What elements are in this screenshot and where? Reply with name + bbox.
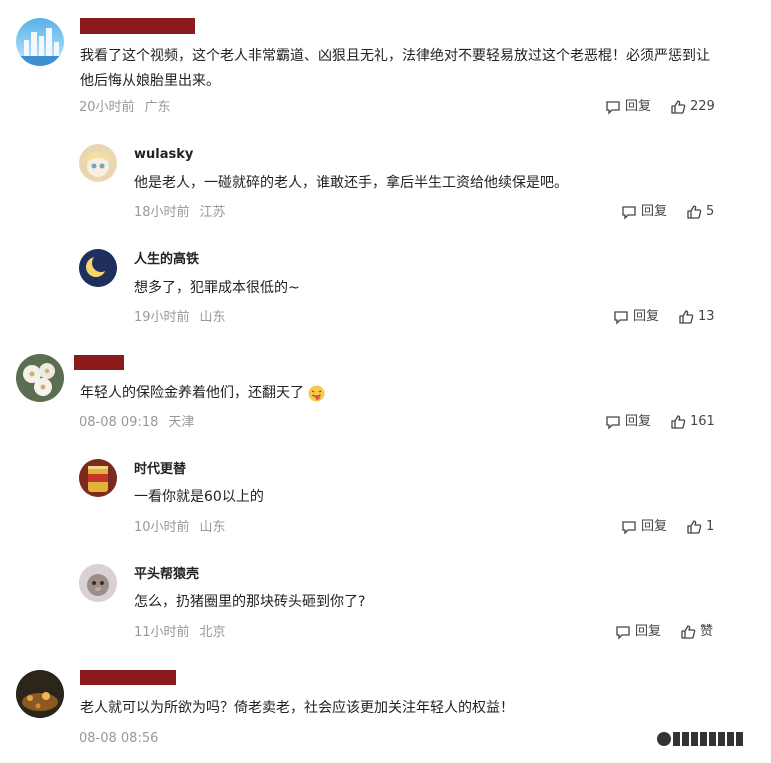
- like-count: 1: [706, 519, 715, 534]
- username[interactable]: 人生的高铁: [134, 251, 199, 269]
- like-count: 161: [690, 414, 715, 429]
- thumbs-up-icon: [671, 100, 686, 114]
- reply-button[interactable]: 回复: [621, 518, 667, 536]
- comment-item: 我看了这个视频，这个老人非常霸道、凶狠且无礼，法律绝对不要轻易放过这个老恶棍！必…: [0, 0, 771, 130]
- comment-meta: 10小时前 山东: [134, 519, 236, 537]
- thumbs-up-icon: [687, 520, 702, 534]
- like-button[interactable]: 赞: [680, 623, 713, 641]
- pet-avatar-icon: [79, 564, 117, 602]
- comment-time: 18小时前: [134, 205, 190, 220]
- comment-text: 想多了，犯罪成本很低的~: [134, 280, 300, 296]
- reply-item: 时代更替 一看你就是60以上的 10小时前 山东 回复 1: [0, 455, 771, 550]
- like-button[interactable]: 5: [686, 203, 714, 221]
- comment-bubble-icon: [622, 206, 636, 220]
- comment-location: 北京: [199, 625, 226, 640]
- avatar[interactable]: [16, 670, 64, 718]
- comment-bubble-icon: [614, 311, 628, 325]
- anime-girl-avatar-icon: [79, 144, 117, 182]
- comment-meta: 08-08 08:56: [79, 730, 168, 748]
- comment-time: 19小时前: [134, 310, 190, 325]
- reply-item: wulasky 他是老人，一碰就碎的老人，谁敢还手，拿后半生工资给他续保是吧。 …: [0, 140, 771, 235]
- reply-button[interactable]: 回复: [615, 623, 661, 641]
- comment-time: 08-08 08:56: [79, 731, 159, 746]
- comment-time: 10小时前: [134, 520, 190, 535]
- comment-text: 他是老人，一碰就碎的老人，谁敢还手，拿后半生工资给他续保是吧。: [134, 175, 568, 191]
- redacted-username: [80, 670, 176, 685]
- flowers-avatar-icon: [16, 354, 64, 402]
- comment-bubble-icon: [622, 521, 636, 535]
- comment-bubble-icon: [616, 626, 630, 640]
- comment-time: 20小时前: [79, 100, 135, 115]
- comment-text: 一看你就是60以上的: [134, 489, 264, 505]
- comment-meta: 20小时前 广东: [79, 99, 181, 117]
- avatar[interactable]: [79, 459, 117, 497]
- like-button[interactable]: 229: [670, 98, 715, 116]
- like-count: 5: [706, 204, 715, 219]
- reply-button[interactable]: 回复: [605, 413, 651, 431]
- like-button[interactable]: 13: [678, 308, 715, 326]
- like-button[interactable]: 1: [686, 518, 714, 536]
- username[interactable]: 时代更替: [134, 461, 186, 479]
- avatar[interactable]: [16, 18, 64, 66]
- tongue-out-emoji-icon: [308, 385, 325, 402]
- comment-text: 老人就可以为所欲为吗？倚老卖老，社会应该更加关注年轻人的权益！: [80, 700, 514, 716]
- reply-item: 人生的高铁 想多了，犯罪成本很低的~ 19小时前 山东 回复 13: [0, 245, 771, 340]
- like-label: 赞: [700, 624, 714, 639]
- avatar[interactable]: [79, 144, 117, 182]
- comment-meta: 19小时前 山东: [134, 309, 236, 327]
- comment-text: 年轻人的保险金养着他们，还翻天了: [80, 381, 325, 406]
- comment-location: 天津: [168, 415, 195, 430]
- thumbs-up-icon: [687, 205, 702, 219]
- thumbs-up-icon: [681, 625, 696, 639]
- comment-item: 年轻人的保险金养着他们，还翻天了 08-08 09:18 天津 回复 161: [0, 345, 771, 440]
- reply-button[interactable]: 回复: [613, 308, 659, 326]
- like-count: 229: [690, 99, 715, 114]
- reply-button[interactable]: 回复: [621, 203, 667, 221]
- avatar[interactable]: [79, 249, 117, 287]
- avatar[interactable]: [79, 564, 117, 602]
- comment-text: 我看了这个视频，这个老人非常霸道、凶狠且无礼，法律绝对不要轻易放过这个老恶棍！必…: [80, 48, 710, 89]
- comment-location: 广东: [144, 100, 171, 115]
- watermark-logo: [657, 730, 753, 748]
- comment-bubble-icon: [606, 416, 620, 430]
- avatar[interactable]: [16, 354, 64, 402]
- redacted-username: [80, 18, 195, 34]
- comment-location: 山东: [199, 520, 226, 535]
- reply-button[interactable]: 回复: [605, 98, 651, 116]
- city-skyline-icon: [16, 28, 64, 66]
- reply-item: 平头帮猿壳 怎么，扔猪圈里的那块砖头砸到你了? 11小时前 北京 回复 赞: [0, 560, 771, 655]
- like-button[interactable]: 161: [670, 413, 715, 431]
- thumbs-up-icon: [671, 415, 686, 429]
- comment-meta: 11小时前 北京: [134, 624, 236, 642]
- username[interactable]: 平头帮猿壳: [134, 566, 199, 584]
- like-count: 13: [698, 309, 715, 324]
- redacted-username: [74, 355, 124, 370]
- crescent-moon-avatar-icon: [79, 249, 117, 287]
- comment-meta: 08-08 09:18 天津: [79, 414, 204, 432]
- comment-location: 山东: [199, 310, 226, 325]
- comment-text: 怎么，扔猪圈里的那块砖头砸到你了?: [134, 594, 366, 610]
- beer-can-avatar-icon: [79, 459, 117, 497]
- comment-item: 老人就可以为所欲为吗？倚老卖老，社会应该更加关注年轻人的权益！ 08-08 08…: [0, 660, 771, 763]
- comment-meta: 18小时前 江苏: [134, 204, 236, 222]
- thumbs-up-icon: [679, 310, 694, 324]
- comment-time: 08-08 09:18: [79, 415, 159, 430]
- comment-bubble-icon: [606, 101, 620, 115]
- night-photo-avatar-icon: [16, 670, 64, 718]
- comment-location: 江苏: [199, 205, 226, 220]
- username[interactable]: wulasky: [134, 146, 193, 164]
- comment-time: 11小时前: [134, 625, 190, 640]
